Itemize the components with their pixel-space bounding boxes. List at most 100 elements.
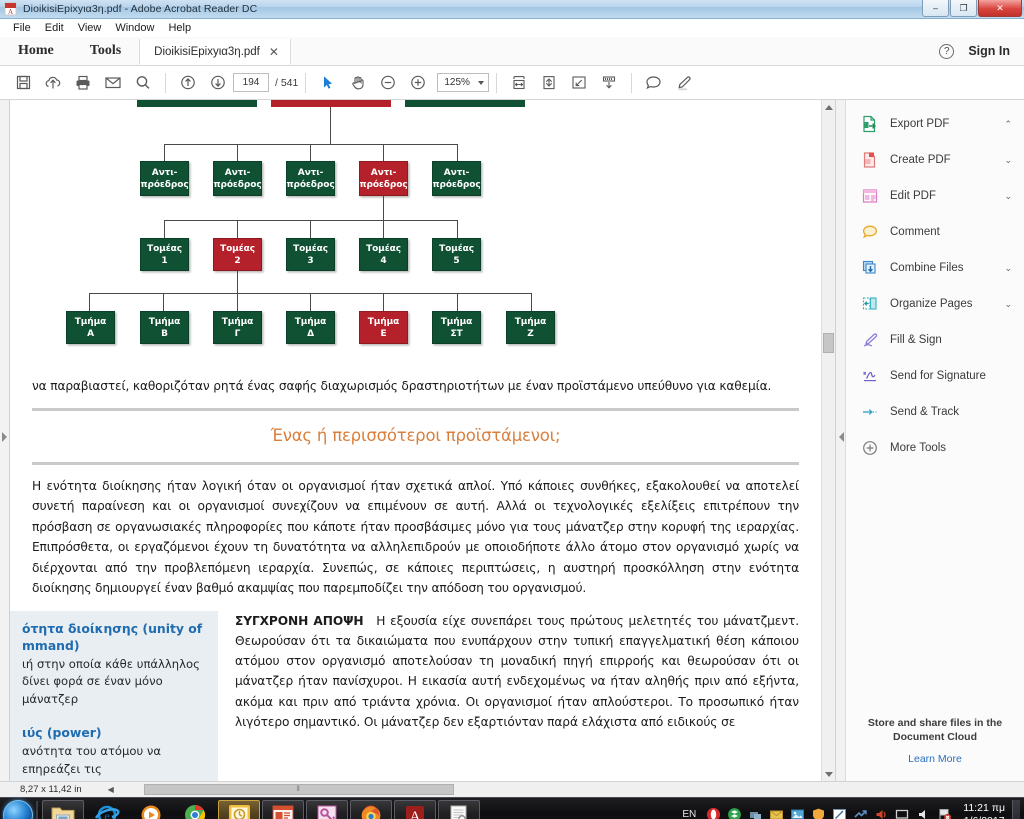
zoom-level-select[interactable]: 125% — [437, 73, 489, 92]
document-vertical-scrollbar[interactable] — [821, 100, 835, 781]
left-pane-toggle[interactable] — [0, 100, 10, 781]
org-connector — [164, 144, 165, 161]
help-icon[interactable]: ? — [939, 43, 955, 59]
hand-icon[interactable] — [343, 69, 373, 97]
search-icon[interactable] — [128, 69, 158, 97]
chevron-left-icon[interactable] — [839, 432, 844, 442]
select-cursor-icon[interactable] — [313, 69, 343, 97]
chevron-up-icon — [825, 104, 833, 110]
scroll-thumb[interactable] — [823, 333, 834, 353]
save-icon[interactable] — [8, 69, 38, 97]
org-node-line2: πρόεδρος — [213, 179, 262, 190]
taskbar-google-chrome-icon[interactable] — [174, 800, 216, 819]
horizontal-scroll-thumb[interactable]: ‖ — [143, 784, 454, 795]
tool-comment[interactable]: Comment — [846, 214, 1024, 250]
taskbar-media-player-icon[interactable] — [130, 800, 172, 819]
taskbar-windows-explorer-icon[interactable] — [42, 799, 84, 819]
chevron-down-icon[interactable]: ⌄ — [1004, 155, 1012, 166]
section-rule-top — [32, 407, 799, 411]
window-controls[interactable]: – ❐ ✕ — [922, 0, 1022, 17]
chevron-down-icon[interactable]: ⌄ — [1004, 191, 1012, 202]
tool-combine-files[interactable]: Combine Files ⌄ — [846, 250, 1024, 286]
tab-document[interactable]: DioikisiEpixyια3η.pdf ✕ — [139, 39, 291, 65]
opera-icon[interactable] — [705, 807, 721, 819]
taskbar-powerpoint-icon[interactable] — [262, 799, 304, 819]
next-page-icon[interactable] — [203, 69, 233, 97]
minimize-button[interactable]: – — [922, 0, 949, 17]
scroll-up-button[interactable] — [822, 100, 835, 114]
email-icon[interactable] — [98, 69, 128, 97]
page-number-input[interactable]: 194 — [233, 73, 269, 92]
tool-edit-pdf[interactable]: Edit PDF ⌄ — [846, 178, 1024, 214]
chevron-up-icon[interactable]: ⌃ — [1004, 119, 1012, 130]
menu-view[interactable]: View — [71, 21, 109, 35]
close-button[interactable]: ✕ — [978, 0, 1022, 17]
menu-help[interactable]: Help — [161, 21, 198, 35]
menu-window[interactable]: Window — [108, 21, 161, 35]
zoom-in-icon[interactable] — [403, 69, 433, 97]
tool-label: Create PDF — [890, 154, 951, 166]
zoom-out-icon[interactable] — [373, 69, 403, 97]
input-language-indicator[interactable]: EN — [682, 809, 696, 819]
mail-icon[interactable] — [768, 807, 784, 819]
tool-send-and-track[interactable]: Send & Track — [846, 394, 1024, 430]
org-node-vp-4: Αντι- πρόεδρος — [359, 161, 408, 196]
shield-icon[interactable] — [810, 807, 826, 819]
previous-page-icon[interactable] — [173, 69, 203, 97]
network-share-icon[interactable] — [747, 807, 763, 819]
horizontal-scroll-track[interactable] — [454, 784, 1024, 795]
chevron-down-icon[interactable] — [477, 80, 484, 85]
tool-more-tools[interactable]: More Tools — [846, 430, 1024, 466]
start-button[interactable] — [3, 799, 33, 819]
fullscreen-icon[interactable] — [564, 69, 594, 97]
taskbar-divider — [36, 800, 38, 819]
tab-document-label: DioikisiEpixyια3η.pdf — [154, 45, 260, 58]
tab-home[interactable]: Home — [0, 37, 72, 65]
volume-icon[interactable] — [915, 807, 931, 819]
taskbar-firefox-icon[interactable] — [350, 799, 392, 819]
learn-more-link[interactable]: Learn More — [860, 753, 1010, 765]
document-view[interactable]: Αντι- πρόεδρος Αντι- πρόεδρος Αντι- πρόε… — [10, 100, 835, 781]
org-node-line1: Τμήμα — [74, 316, 107, 327]
menu-file[interactable]: File — [6, 21, 38, 35]
maximize-button[interactable]: ❐ — [950, 0, 977, 17]
print-icon[interactable] — [68, 69, 98, 97]
tool-organize-pages[interactable]: Organize Pages ⌄ — [846, 286, 1024, 322]
taskbar-document-window-icon[interactable] — [438, 799, 480, 819]
screen-icon[interactable] — [852, 807, 868, 819]
taskbar-keepass-icon[interactable] — [306, 799, 348, 819]
monitor-icon[interactable] — [894, 807, 910, 819]
tool-fill-and-sign[interactable]: Fill & Sign — [846, 322, 1024, 358]
pen-icon[interactable] — [831, 807, 847, 819]
menu-edit[interactable]: Edit — [38, 21, 71, 35]
photo-icon[interactable] — [789, 807, 805, 819]
right-pane-toggle[interactable] — [835, 100, 845, 781]
comment-icon[interactable] — [639, 69, 669, 97]
fit-width-icon[interactable] — [504, 69, 534, 97]
tool-create-pdf[interactable]: Create PDF ⌄ — [846, 142, 1024, 178]
chevron-down-icon[interactable]: ⌄ — [1004, 263, 1012, 274]
tool-export-pdf[interactable]: Export PDF ⌃ — [846, 106, 1024, 142]
taskbar-acrobat-reader-icon[interactable]: A — [394, 799, 436, 819]
fit-page-icon[interactable] — [534, 69, 564, 97]
scroll-mode-icon[interactable] — [594, 69, 624, 97]
show-desktop-button[interactable] — [1012, 799, 1020, 819]
tool-send-for-signature[interactable]: Send for Signature — [846, 358, 1024, 394]
taskbar-clock[interactable]: 11:21 πμ 1/6/2017 — [963, 802, 1005, 819]
flag-alert-icon[interactable] — [936, 807, 952, 819]
tab-tools[interactable]: Tools — [72, 37, 139, 65]
speaker-icon[interactable] — [873, 807, 889, 819]
hscroll-left-button[interactable]: ◀ — [108, 785, 114, 794]
taskbar-internet-explorer-icon[interactable]: e — [86, 800, 128, 819]
close-icon[interactable]: ✕ — [269, 45, 279, 59]
sign-in-button[interactable]: Sign In — [968, 44, 1010, 58]
highlight-icon[interactable] — [669, 69, 699, 97]
upload-cloud-icon[interactable] — [38, 69, 68, 97]
org-connector — [457, 293, 458, 311]
scroll-down-button[interactable] — [822, 767, 835, 781]
dropbox-icon[interactable] — [726, 807, 742, 819]
chevron-right-icon[interactable] — [2, 432, 7, 442]
chevron-down-icon[interactable]: ⌄ — [1004, 299, 1012, 310]
taskbar-outlook-icon[interactable] — [218, 799, 260, 819]
paragraph-top: να παραβιαστεί, καθοριζόταν ρητά ένας σα… — [32, 379, 772, 393]
